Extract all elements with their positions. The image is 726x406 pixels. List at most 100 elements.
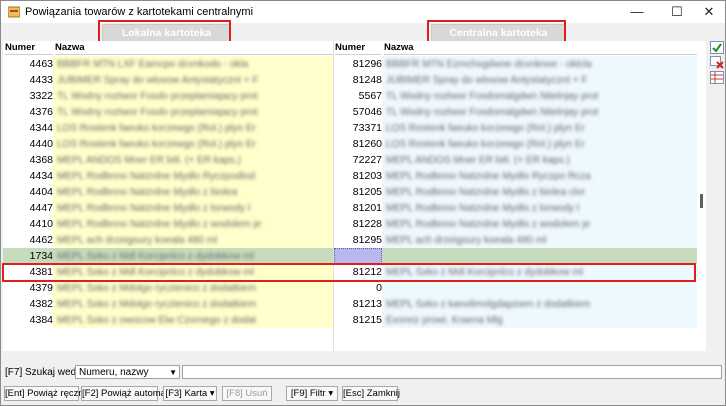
central-name-cell[interactable]: MEPL Rodbnno Natzrdne Mydlo z biolea clo… — [382, 184, 697, 200]
local-number-cell[interactable]: 4379 — [3, 280, 53, 296]
maximize-button[interactable]: ☐ — [661, 1, 693, 23]
central-number-cell[interactable]: 81248 — [334, 72, 382, 88]
local-number-cell[interactable]: 4434 — [3, 168, 53, 184]
central-number-cell[interactable]: 5567 — [334, 88, 382, 104]
table-row[interactable]: 4344 LOS Rostenk faeuko korzewgo (Rol.) p… — [3, 120, 697, 136]
central-number-cell[interactable]: 57046 — [334, 104, 382, 120]
table-row[interactable]: 3322 TL Wodny roztwor Fosdo przeplamiajac… — [3, 88, 697, 104]
local-name-cell[interactable]: MEPL Sxko z Mdolgo ryczienico z dodatkie… — [53, 296, 333, 312]
central-number-cell[interactable]: 81212 — [334, 264, 382, 280]
search-input[interactable] — [182, 365, 722, 379]
local-catalog-header[interactable]: Lokalna kartoteka towarów — [102, 24, 231, 55]
central-name-cell[interactable]: MEPL Rodbnno Natzrdne Mydlo z wodolem je — [382, 216, 697, 232]
local-number-cell[interactable]: 4410 — [3, 216, 53, 232]
scrollbar-thumb[interactable] — [700, 194, 703, 208]
central-name-cell[interactable]: LOS Rostenk faeuko korzewgo (Rol.) plyn … — [382, 120, 697, 136]
central-number-cell[interactable]: 81215 — [334, 312, 382, 328]
local-number-cell[interactable]: 3322 — [3, 88, 53, 104]
local-number-cell[interactable]: 4462 — [3, 232, 53, 248]
local-number-cell[interactable]: 4447 — [3, 200, 53, 216]
table-row[interactable]: 4376 TL Wodny roztwor Fosdo przeplamiajac… — [3, 104, 697, 120]
central-name-cell[interactable]: MEPL ANDOS Mner ER bitl. (+ ER kaps.) — [382, 152, 697, 168]
filter-menu-button[interactable]: [F9] Filtr ▾ — [286, 386, 338, 401]
close-window-button[interactable]: ✕ — [693, 1, 725, 23]
table-row[interactable]: 4463 BBBFR MTN LXF Eamcpo dcvnkodo - okla… — [3, 56, 697, 72]
table-row[interactable]: 4404 MEPL Rodbnno Natzrdne Mydlo z biolea… — [3, 184, 697, 200]
card-menu-button[interactable]: [F3] Karta ▾ — [163, 386, 217, 401]
table-row[interactable]: 4410 MEPL Rodbnno Natzrdne Mydlo z wodole… — [3, 216, 697, 232]
local-number-cell[interactable]: 4440 — [3, 136, 53, 152]
local-number-cell[interactable]: 4463 — [3, 56, 53, 72]
remove-link-icon[interactable] — [710, 56, 724, 69]
table-row[interactable]: 4381 MEPL Sxko z Mdl Korcipnlco z dydobko… — [3, 264, 697, 280]
central-number-cell[interactable]: 81203 — [334, 168, 382, 184]
local-name-cell[interactable]: JUBIMER Spray do wlosow Antystatycznt + … — [53, 72, 333, 88]
local-name-cell[interactable]: LOS Rostenk faeuko korzewgo (Rol.) plyn … — [53, 120, 333, 136]
minimize-button[interactable]: — — [621, 1, 653, 23]
col-header-central-name[interactable]: Nazwa — [384, 41, 697, 55]
local-name-cell[interactable]: MEPL Sxko z Mdolgo ryczienico z dodatkie… — [53, 280, 333, 296]
central-number-cell[interactable] — [334, 248, 382, 264]
local-number-cell[interactable]: 4382 — [3, 296, 53, 312]
local-name-cell[interactable]: MEPL ANDOS Mner ER bitl. (+ ER kaps.) — [53, 152, 333, 168]
local-number-cell[interactable]: 1734 — [3, 248, 53, 264]
col-header-central-number[interactable]: Numer — [335, 41, 381, 55]
central-number-cell[interactable]: 81228 — [334, 216, 382, 232]
local-name-cell[interactable]: MEPL Sxko z Mdl Korcipnlco z dydobkow ml — [53, 248, 333, 264]
central-number-cell[interactable]: 0 — [334, 280, 382, 296]
local-number-cell[interactable]: 4404 — [3, 184, 53, 200]
central-name-cell[interactable]: MEPL Sxko z Mdl Korcipnlco z dydobkow ml — [382, 264, 697, 280]
col-header-local-name[interactable]: Nazwa — [55, 41, 333, 55]
local-name-cell[interactable]: LOS Rostenk faeuko korzewgo (Rol.) plyn … — [53, 136, 333, 152]
central-number-cell[interactable]: 81213 — [334, 296, 382, 312]
local-name-cell[interactable]: MEPL Rodbnno Natzrdne Mydlo z biolea — [53, 184, 333, 200]
table-row[interactable]: 4368 MEPL ANDOS Mner ER bitl. (+ ER kaps.… — [3, 152, 697, 168]
central-name-cell[interactable]: MEPL Rodbnno Natzrdne Mydlo Ryczpo Rcza — [382, 168, 697, 184]
table-row[interactable]: 4447 MEPL Rodbnno Natzrdne Mydlo z lorwod… — [3, 200, 697, 216]
central-name-cell[interactable] — [382, 248, 697, 264]
confirm-link-icon[interactable] — [710, 41, 724, 54]
local-name-cell[interactable]: BBBFR MTN LXF Eamcpo dcvnkodo - okla — [53, 56, 333, 72]
table-row[interactable]: 4462 MEPL ach drzeigoury koeala 480 ml 812… — [3, 232, 697, 248]
central-name-cell[interactable]: MEPL ach drzeigoury koeala 480 ml — [382, 232, 697, 248]
col-header-local-number[interactable]: Numer — [5, 41, 53, 55]
central-name-cell[interactable]: TL Wodny roztwor Fosdomalgdwn Nitelnjay … — [382, 104, 697, 120]
central-name-cell[interactable]: MEPL Rodbnno Natzrdne Mydlo z lorwody l — [382, 200, 697, 216]
table-row[interactable]: 4384 MEPL Sxko z owocow Elw Czornego z do… — [3, 312, 697, 328]
local-number-cell[interactable]: 4384 — [3, 312, 53, 328]
link-automatically-button[interactable]: [F2] Powiąż automat. — [81, 386, 171, 401]
vertical-scrollbar[interactable] — [697, 41, 706, 351]
link-manually-button[interactable]: [Ent] Powiąż ręcznie — [4, 386, 91, 401]
central-name-cell[interactable]: Exoreiz prowi. Kraena Mlg — [382, 312, 697, 328]
local-number-cell[interactable]: 4344 — [3, 120, 53, 136]
central-name-cell[interactable]: MEPL Sxko z kanolimolgdapzwm z dodatkiem — [382, 296, 697, 312]
local-name-cell[interactable]: TL Wodny roztwor Fosdo przeplamiajacy pr… — [53, 104, 333, 120]
central-number-cell[interactable]: 81201 — [334, 200, 382, 216]
table-row[interactable]: 4379 MEPL Sxko z Mdolgo ryczienico z doda… — [3, 280, 697, 296]
search-mode-select[interactable]: Numeru, nazwy ▼ — [75, 365, 180, 379]
local-name-cell[interactable]: MEPL Rodbnno Natzrdne Mydlo z wodolem je — [53, 216, 333, 232]
table-options-icon[interactable] — [710, 71, 724, 84]
local-number-cell[interactable]: 4376 — [3, 104, 53, 120]
central-name-cell[interactable]: JUBIMER Spray do wlosow Antystatycznt + … — [382, 72, 697, 88]
local-number-cell[interactable]: 4381 — [3, 264, 53, 280]
local-number-cell[interactable]: 4433 — [3, 72, 53, 88]
central-name-cell[interactable]: BBBFR MTN Ezmchxgdwoe dcvnknoe - oklcla — [382, 56, 697, 72]
table-row[interactable]: 4440 LOS Rostenk faeuko korzewgo (Rol.) p… — [3, 136, 697, 152]
local-number-cell[interactable]: 4368 — [3, 152, 53, 168]
local-name-cell[interactable]: MEPL Sxko z owocow Elw Czornego z dodat — [53, 312, 333, 328]
table-row[interactable]: 4382 MEPL Sxko z Mdolgo ryczienico z doda… — [3, 296, 697, 312]
central-number-cell[interactable]: 73371 — [334, 120, 382, 136]
table-row[interactable]: 4433 JUBIMER Spray do wlosow Antystatyczn… — [3, 72, 697, 88]
local-name-cell[interactable]: MEPL ach drzeigoury koeala 480 ml — [53, 232, 333, 248]
links-table[interactable]: Numer Nazwa Numer Nazwa 4463 BBBFR MTN LX… — [3, 41, 697, 351]
table-row[interactable]: 4434 MEPL Rodbnno Natzrdne Mydlo Ryczpodl… — [3, 168, 697, 184]
table-row[interactable]: 1734 MEPL Sxko z Mdl Korcipnlco z dydobko… — [3, 248, 697, 264]
delete-button[interactable]: [F8] Usuń — [222, 386, 272, 401]
central-name-cell[interactable] — [382, 280, 697, 296]
central-number-cell[interactable]: 81205 — [334, 184, 382, 200]
local-name-cell[interactable]: MEPL Rodbnno Natzrdne Mydlo Ryczpodlod — [53, 168, 333, 184]
central-name-cell[interactable]: LOS Rostenk faeuko korzewgo (Rol.) plyn … — [382, 136, 697, 152]
central-number-cell[interactable]: 72227 — [334, 152, 382, 168]
close-button[interactable]: [Esc] Zamknij — [342, 386, 400, 401]
